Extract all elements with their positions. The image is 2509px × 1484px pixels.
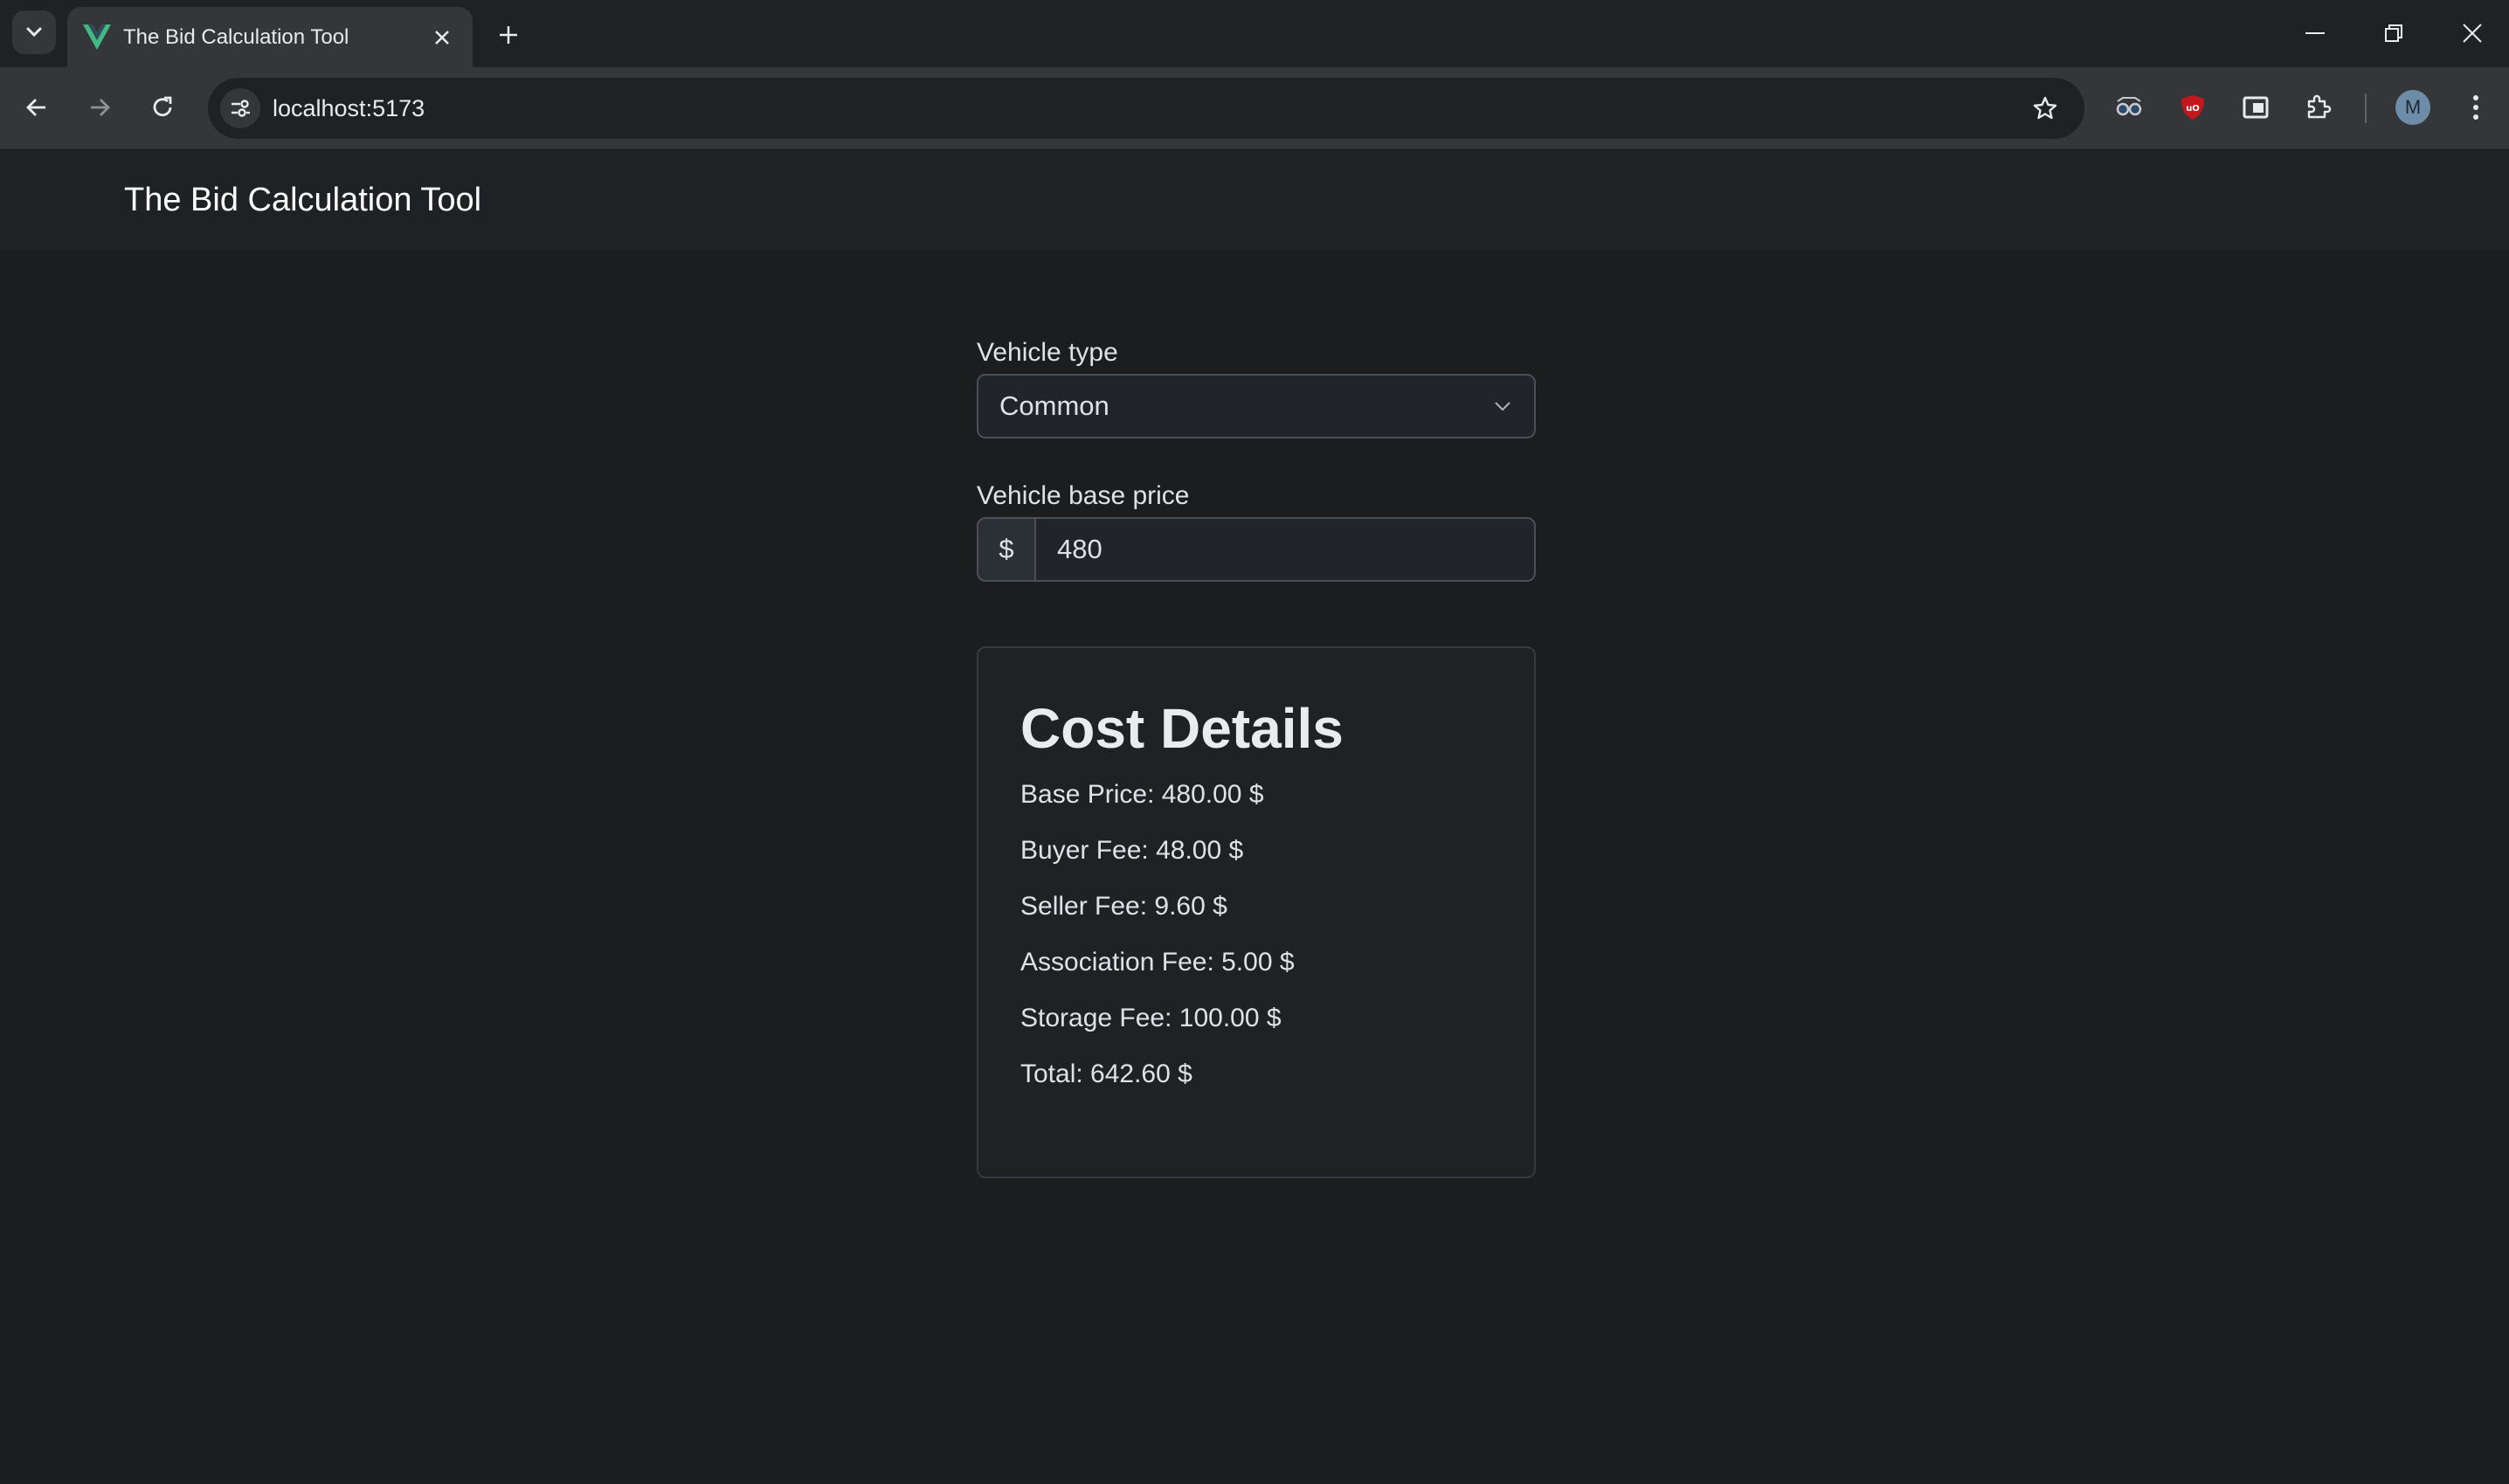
reload-button[interactable] — [140, 85, 185, 130]
svg-text:uO: uO — [2186, 104, 2200, 114]
vue-favicon-icon — [83, 24, 111, 50]
tab-list-icon — [26, 27, 42, 38]
minimize-icon — [2305, 32, 2325, 34]
extensions-button[interactable] — [2296, 85, 2341, 130]
base-price-label: Vehicle base price — [977, 481, 1190, 510]
glasses-extension-button[interactable] — [2106, 85, 2152, 130]
buyer-fee-line: Buyer Fee: 48.00 $ — [1020, 836, 1244, 865]
forward-button[interactable] — [77, 85, 122, 130]
glasses-extension-icon — [2116, 97, 2142, 116]
browser-toolbar: localhost:5173 uO M — [0, 67, 2509, 149]
ublock-icon: uO — [2181, 95, 2204, 120]
browser-menu-button[interactable] — [2453, 85, 2499, 130]
avatar: M — [2395, 90, 2430, 125]
browser-tabstrip: The Bid Calculation Tool — [0, 0, 2509, 67]
base-price-group: $ 480 — [977, 517, 1536, 582]
back-button[interactable] — [14, 85, 59, 130]
association-fee-line: Association Fee: 5.00 $ — [1020, 948, 1295, 977]
cost-details-title: Cost Details — [1020, 697, 1344, 760]
vehicle-type-select[interactable]: Common — [977, 374, 1536, 438]
site-info-icon — [232, 100, 250, 117]
browser-tab[interactable]: The Bid Calculation Tool — [67, 7, 473, 67]
toolbar-separator — [2365, 93, 2367, 123]
total-line: Total: 642.60 $ — [1020, 1060, 1192, 1088]
window-close-icon — [2463, 24, 2482, 43]
media-extension-icon — [2243, 96, 2269, 119]
seller-fee-line: Seller Fee: 9.60 $ — [1020, 892, 1227, 921]
tab-title: The Bid Calculation Tool — [123, 25, 349, 49]
address-bar[interactable]: localhost:5173 — [208, 78, 2084, 139]
new-tab-button[interactable] — [491, 17, 526, 52]
bookmark-button[interactable] — [2025, 88, 2065, 128]
window-close-button[interactable] — [2446, 12, 2499, 54]
base-price-input[interactable]: 480 — [1036, 517, 1536, 582]
chevron-down-icon — [1495, 402, 1510, 411]
puzzle-icon — [2307, 94, 2332, 119]
star-icon — [2033, 96, 2057, 120]
app-navbar: The Bid Calculation Tool — [0, 150, 2509, 250]
close-icon — [435, 31, 449, 45]
site-info-button[interactable] — [220, 88, 260, 128]
kebab-menu-icon — [2473, 95, 2478, 120]
restore-button[interactable] — [2367, 12, 2420, 54]
forward-arrow-icon — [91, 99, 110, 116]
ublock-extension-button[interactable]: uO — [2170, 85, 2215, 130]
tab-list-button[interactable] — [12, 10, 56, 54]
profile-button[interactable]: M — [2390, 85, 2436, 130]
restore-icon — [2385, 24, 2402, 42]
minimize-button[interactable] — [2289, 12, 2341, 54]
currency-prefix: $ — [977, 517, 1036, 582]
cost-details-card: Cost Details Base Price: 480.00 $ Buyer … — [977, 646, 1536, 1178]
media-extension-button[interactable] — [2233, 85, 2278, 130]
tab-close-button[interactable] — [429, 24, 455, 51]
reload-icon — [153, 96, 172, 117]
bid-form: Vehicle type Common Vehicle base price $… — [977, 332, 1536, 582]
storage-fee-line: Storage Fee: 100.00 $ — [1020, 1004, 1282, 1032]
base-price-line: Base Price: 480.00 $ — [1020, 780, 1264, 809]
url-text: localhost:5173 — [273, 95, 425, 121]
vehicle-type-value: Common — [999, 390, 1109, 421]
back-arrow-icon — [26, 99, 45, 116]
vehicle-type-label: Vehicle type — [977, 338, 1118, 367]
app-brand[interactable]: The Bid Calculation Tool — [124, 150, 481, 250]
plus-icon — [500, 26, 517, 44]
